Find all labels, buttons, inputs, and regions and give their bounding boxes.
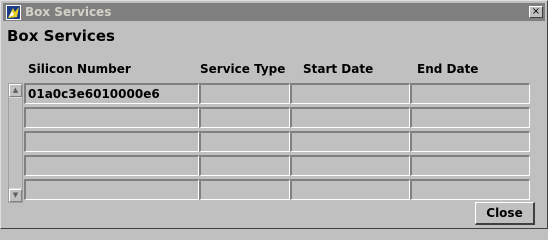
table-cell-start-date[interactable] (290, 83, 410, 104)
table-cell-service-type[interactable] (199, 179, 290, 200)
table-cell-silicon-number[interactable] (24, 107, 199, 128)
table-cell-end-date[interactable] (410, 131, 530, 152)
window-title: Box Services (25, 5, 112, 19)
app-icon (6, 5, 21, 20)
table-cell-end-date[interactable] (410, 107, 530, 128)
scroll-up-icon[interactable]: ▲ (9, 84, 22, 97)
column-header-start-date: Start Date (303, 62, 374, 76)
column-header-end-date: End Date (417, 62, 479, 76)
table-cell-end-date[interactable] (410, 179, 530, 200)
scroll-thumb[interactable] (9, 98, 22, 188)
column-header-silicon-number: Silicon Number (28, 62, 131, 76)
vertical-scrollbar[interactable]: ▲ ▼ (8, 83, 23, 203)
page-title: Box Services (7, 27, 115, 45)
table-cell-silicon-number[interactable] (24, 155, 199, 176)
table-cell-silicon-number[interactable]: 01a0c3e6010000e6 (24, 83, 199, 104)
table-cell-silicon-number[interactable] (24, 179, 199, 200)
close-button[interactable]: Close (475, 202, 535, 225)
table-cell-service-type[interactable] (199, 107, 290, 128)
table-cell-start-date[interactable] (290, 107, 410, 128)
table-cell-service-type[interactable] (199, 83, 290, 104)
column-header-service-type: Service Type (200, 62, 286, 76)
table-cell-start-date[interactable] (290, 155, 410, 176)
table-cell-start-date[interactable] (290, 131, 410, 152)
window-close-icon[interactable]: × (529, 6, 543, 18)
title-bar[interactable]: Box Services × (3, 3, 545, 21)
table-cell-end-date[interactable] (410, 155, 530, 176)
scroll-down-icon[interactable]: ▼ (9, 189, 22, 202)
table-cell-start-date[interactable] (290, 179, 410, 200)
box-services-window: Box Services × Box Services Silicon Numb… (0, 0, 548, 229)
table-cell-silicon-number[interactable] (24, 131, 199, 152)
table-cell-end-date[interactable] (410, 83, 530, 104)
table-cell-service-type[interactable] (199, 131, 290, 152)
table-cell-service-type[interactable] (199, 155, 290, 176)
